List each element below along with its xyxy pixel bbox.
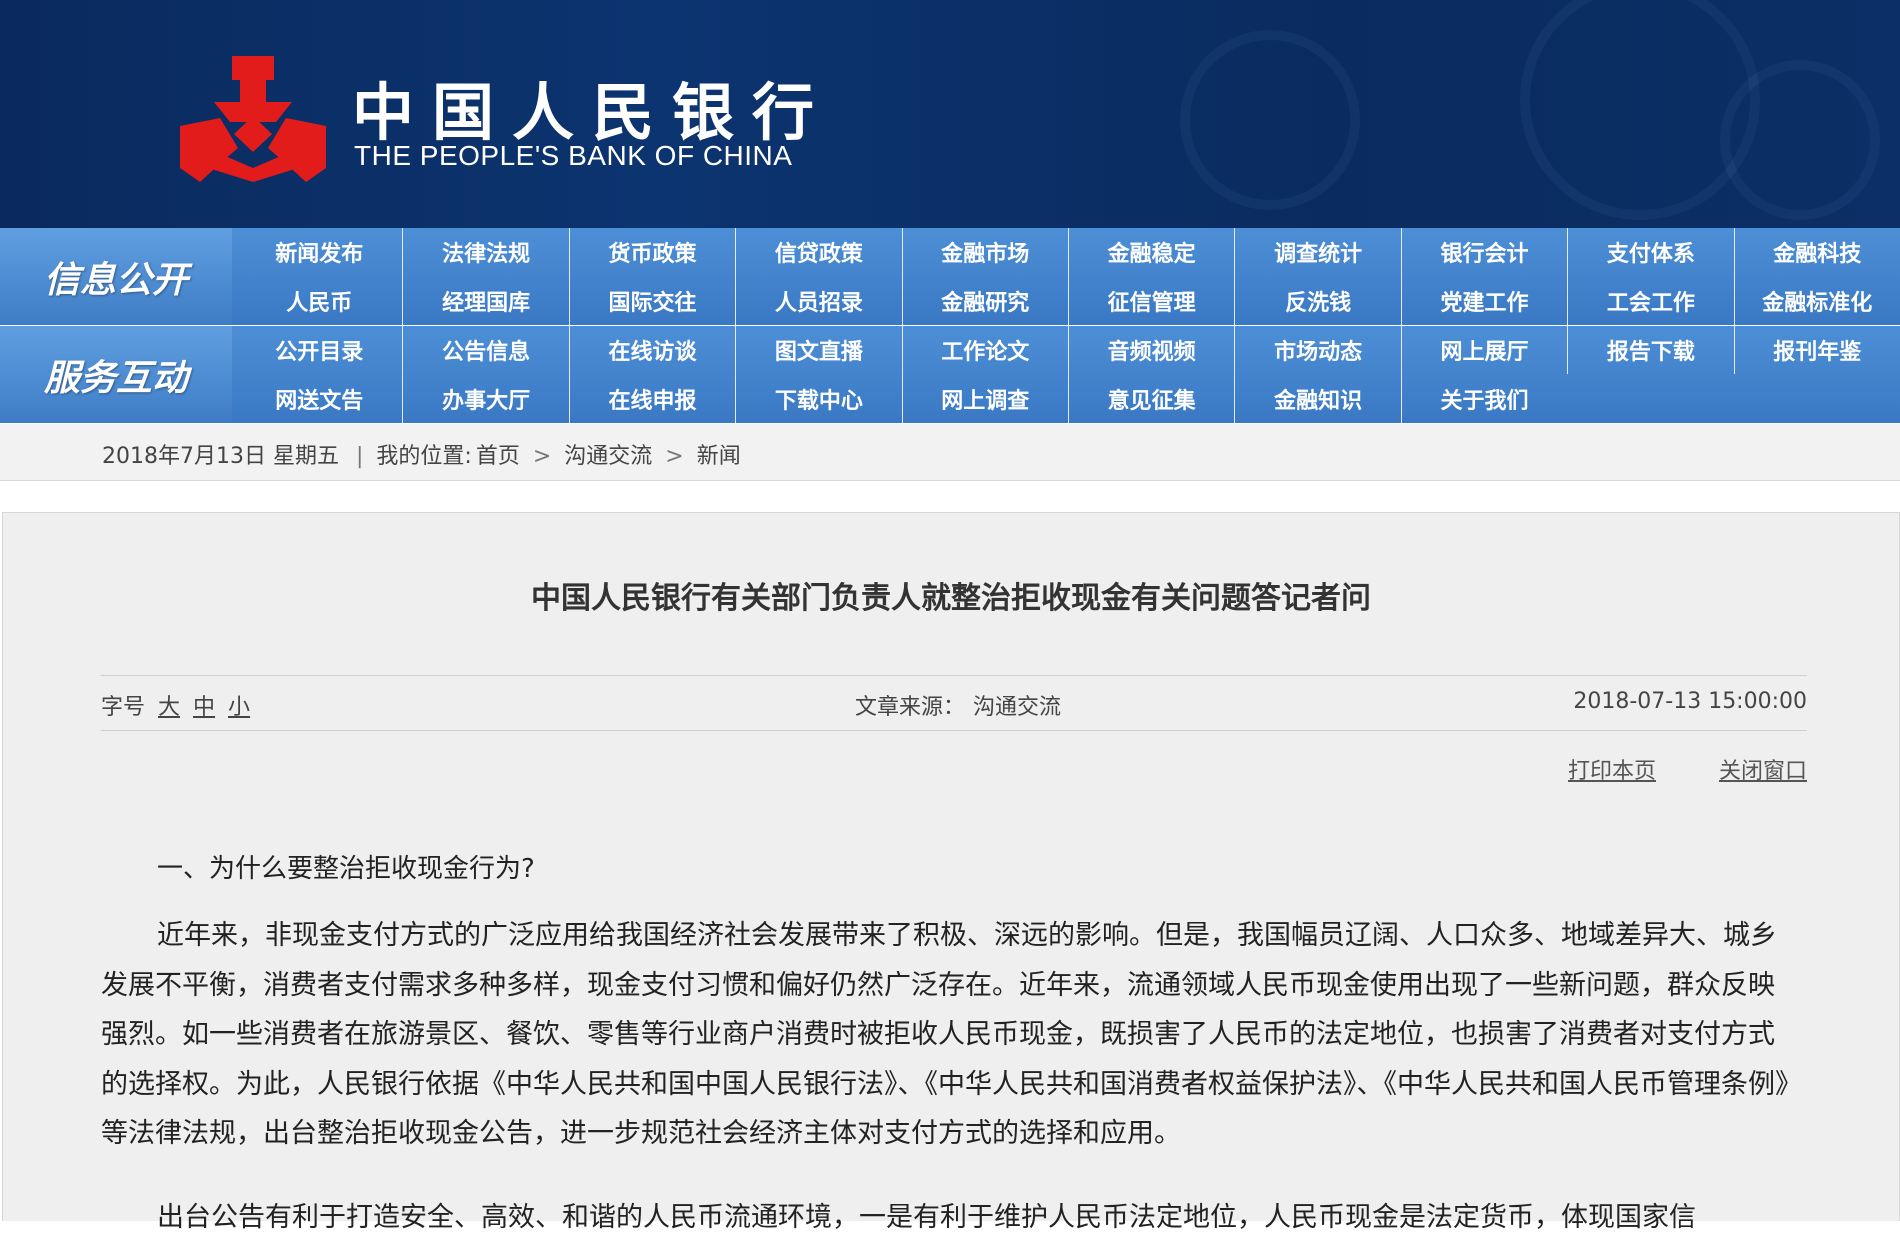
breadcrumb-bar: 2018年7月13日 星期五 | 我的位置: 首页 > 沟通交流 > 新闻	[0, 424, 1900, 481]
nav-item[interactable]: 网上展厅	[1400, 326, 1567, 374]
nav-item[interactable]: 信贷政策	[735, 228, 901, 276]
nav-item[interactable]: 网上调查	[901, 374, 1068, 423]
breadcrumb-level1-link[interactable]: 沟通交流	[564, 444, 652, 469]
close-window-link[interactable]: 关闭窗口	[1719, 759, 1807, 784]
source-label: 文章来源：	[854, 695, 965, 720]
nav-item[interactable]: 下载中心	[735, 374, 901, 423]
nav-item[interactable]: 法律法规	[402, 228, 568, 276]
nav-grid-info: 新闻发布 法律法规 货币政策 信贷政策 金融市场 金融稳定 调查统计 银行会计 支付体系 金融科技…	[236, 228, 1900, 325]
nav-item[interactable]: 金融知识	[1234, 374, 1400, 423]
nav-section-service: 服务互动 公开目录 公告信息 在线访谈 图文直播 工作论文 音频视频 市场动态 网上展厅 报告下…	[0, 326, 1900, 423]
nav-item[interactable]: 银行会计	[1400, 228, 1567, 276]
nav-item[interactable]: 金融科技	[1733, 228, 1900, 276]
nav-item[interactable]: 工作论文	[901, 326, 1068, 374]
pboc-emblem-icon[interactable]	[180, 56, 326, 182]
nav-item[interactable]: 音频视频	[1067, 326, 1234, 374]
nav-item[interactable]: 公开目录	[236, 326, 402, 374]
nav-item[interactable]: 公告信息	[402, 326, 568, 374]
nav-section-label[interactable]: 信息公开	[0, 228, 232, 325]
article-tools: 打印本页 关闭窗口	[1512, 753, 1807, 785]
nav-item[interactable]: 支付体系	[1567, 228, 1733, 276]
nav-item[interactable]: 新闻发布	[236, 228, 402, 276]
logo-english-name: THE PEOPLE'S BANK OF CHINA	[354, 140, 793, 171]
nav-item[interactable]: 报刊年鉴	[1733, 326, 1900, 374]
breadcrumb: 2018年7月13日 星期五 | 我的位置: 首页 > 沟通交流 > 新闻	[102, 438, 741, 470]
site-header: 中国人民银行 THE PEOPLE'S BANK OF CHINA	[0, 0, 1900, 228]
article-container: 中国人民银行有关部门负责人就整治拒收现金有关问题答记者问 字号 大 中 小 文章…	[2, 512, 1900, 1233]
nav-item[interactable]: 人员招录	[735, 276, 901, 325]
nav-item[interactable]: 国际交往	[568, 276, 735, 325]
nav-section-info: 信息公开 新闻发布 法律法规 货币政策 信贷政策 金融市场 金融稳定 调查统计 银行会计 支付体…	[0, 228, 1900, 326]
breadcrumb-arrow: >	[665, 444, 684, 469]
nav-item[interactable]: 反洗钱	[1234, 276, 1400, 325]
header-ornament	[1180, 30, 1360, 210]
article-title: 中国人民银行有关部门负责人就整治拒收现金有关问题答记者问	[531, 581, 1371, 616]
position-label: 我的位置:	[376, 444, 472, 469]
nav-item[interactable]: 调查统计	[1234, 228, 1400, 276]
divider: |	[355, 444, 364, 469]
publish-datetime: 2018-07-13 15:00:00	[1573, 689, 1807, 714]
nav-item[interactable]: 图文直播	[735, 326, 901, 374]
breadcrumb-arrow: >	[532, 444, 552, 469]
source-value: 沟通交流	[973, 695, 1062, 720]
article-meta-bar: 字号 大 中 小 文章来源： 沟通交流 2018-07-13 15:00:00	[101, 675, 1807, 731]
nav-item[interactable]: 金融稳定	[1067, 228, 1234, 276]
nav-item[interactable]: 在线访谈	[568, 326, 735, 374]
nav-item[interactable]: 货币政策	[568, 228, 735, 276]
nav-item[interactable]: 意见征集	[1067, 374, 1234, 423]
nav-item[interactable]: 人民币	[236, 276, 402, 325]
nav-item[interactable]: 报告下载	[1567, 326, 1733, 374]
current-date: 2018年7月13日 星期五	[102, 444, 339, 469]
nav-item[interactable]: 办事大厅	[402, 374, 568, 423]
nav-item[interactable]: 金融研究	[901, 276, 1068, 325]
nav-item[interactable]: 网送文告	[236, 374, 402, 423]
nav-item[interactable]: 关于我们	[1400, 374, 1567, 423]
article-source: 文章来源： 沟通交流	[101, 689, 1807, 721]
print-page-link[interactable]: 打印本页	[1568, 759, 1656, 784]
nav-item[interactable]: 金融标准化	[1733, 276, 1900, 325]
nav-item[interactable]: 征信管理	[1067, 276, 1234, 325]
section-heading: 一、为什么要整治拒收现金行为?	[157, 854, 535, 884]
article-paragraph: 近年来，非现金支付方式的广泛应用给我国经济社会发展带来了积极、深远的影响。但是，…	[101, 920, 1789, 1149]
nav-grid-service: 公开目录 公告信息 在线访谈 图文直播 工作论文 音频视频 市场动态 网上展厅 报告下载 报刊年鉴…	[236, 326, 1900, 423]
logo-chinese-name: 中国人民银行	[352, 76, 833, 149]
nav-item[interactable]: 在线申报	[568, 374, 735, 423]
nav-section-label[interactable]: 服务互动	[0, 326, 232, 423]
nav-item[interactable]: 党建工作	[1400, 276, 1567, 325]
nav-item[interactable]: 经理国库	[402, 276, 568, 325]
header-ornament	[1720, 60, 1880, 220]
header-ornament	[1520, 0, 1760, 220]
article-paragraph: 出台公告有利于打造安全、高效、和谐的人民币流通环境，一是有利于维护人民币法定地位…	[157, 1202, 1696, 1233]
nav-item[interactable]: 工会工作	[1567, 276, 1733, 325]
breadcrumb-level2-link[interactable]: 新闻	[697, 444, 741, 469]
nav-item[interactable]: 金融市场	[901, 228, 1068, 276]
main-navigation: 信息公开 新闻发布 法律法规 货币政策 信贷政策 金融市场 金融稳定 调查统计 银行会计 支付体…	[0, 228, 1900, 424]
breadcrumb-home-link[interactable]: 首页	[476, 444, 520, 469]
nav-item[interactable]: 市场动态	[1234, 326, 1400, 374]
